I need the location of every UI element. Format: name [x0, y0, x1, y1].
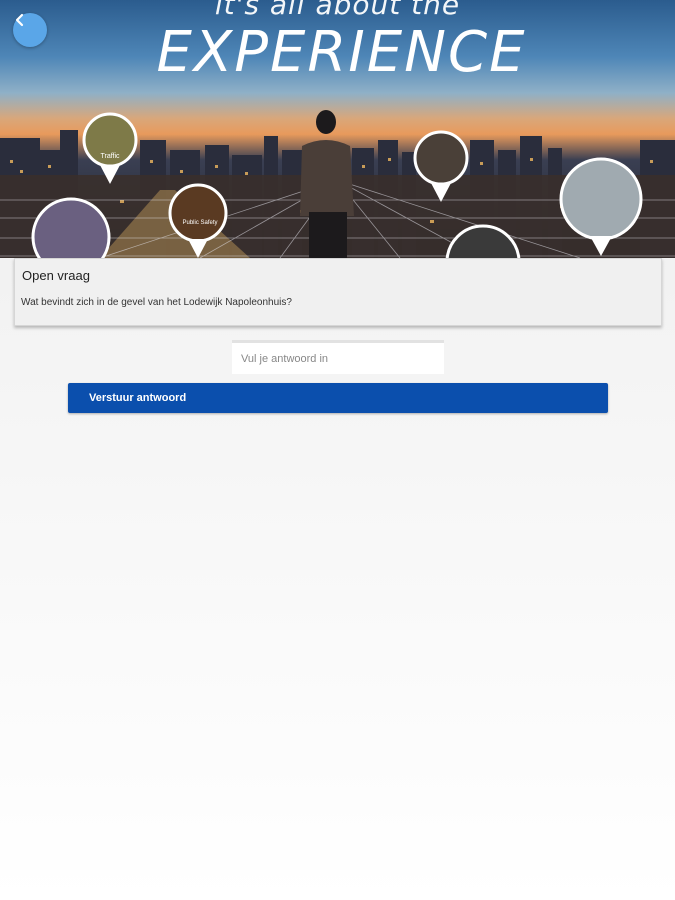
hero-tagline-large: EXPERIENCE [156, 20, 527, 85]
answer-input[interactable] [232, 340, 444, 374]
back-button[interactable] [13, 13, 47, 47]
question-text: Wat bevindt zich in de gevel van het Lod… [21, 297, 292, 308]
question-card-title: Open vraag [22, 268, 90, 283]
chevron-left-icon [15, 13, 24, 27]
submit-answer-button[interactable]: Verstuur antwoord [68, 383, 608, 413]
question-card: Open vraag Wat bevindt zich in de gevel … [14, 258, 662, 326]
pin-label-traffic: Traffic [100, 153, 120, 160]
hero-tagline-small: it's all about the [214, 0, 461, 21]
pin-label-public-safety: Public Safety [182, 220, 217, 226]
pin-traffic [82, 112, 138, 184]
hero-banner: Traffic Public Safety it's all about the… [0, 0, 675, 258]
